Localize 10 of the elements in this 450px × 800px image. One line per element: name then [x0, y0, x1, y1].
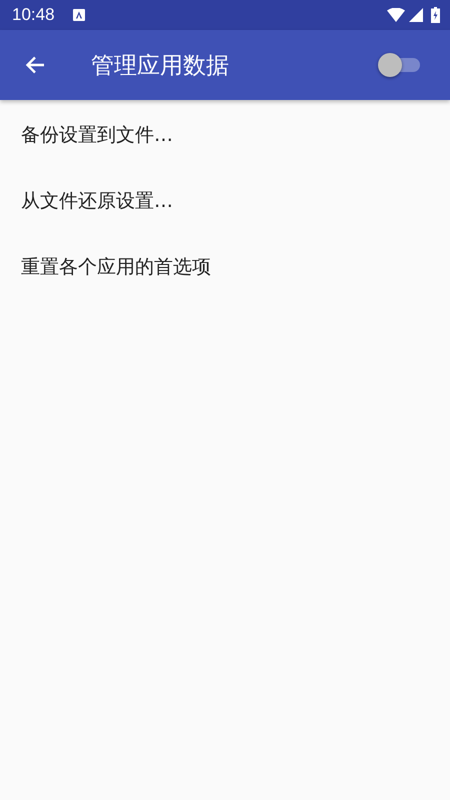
- toggle-switch[interactable]: [378, 53, 422, 77]
- signal-icon: [409, 8, 423, 22]
- settings-item[interactable]: 从文件还原设置…: [0, 168, 450, 234]
- status-time: 10:48: [12, 5, 55, 25]
- notification-icon: [72, 9, 85, 21]
- wifi-icon: [387, 8, 405, 22]
- settings-item[interactable]: 备份设置到文件…: [0, 102, 450, 168]
- battery-icon: [431, 7, 440, 23]
- screen-title: 管理应用数据: [91, 52, 230, 80]
- settings-item[interactable]: 重置各个应用的首选项: [0, 234, 450, 300]
